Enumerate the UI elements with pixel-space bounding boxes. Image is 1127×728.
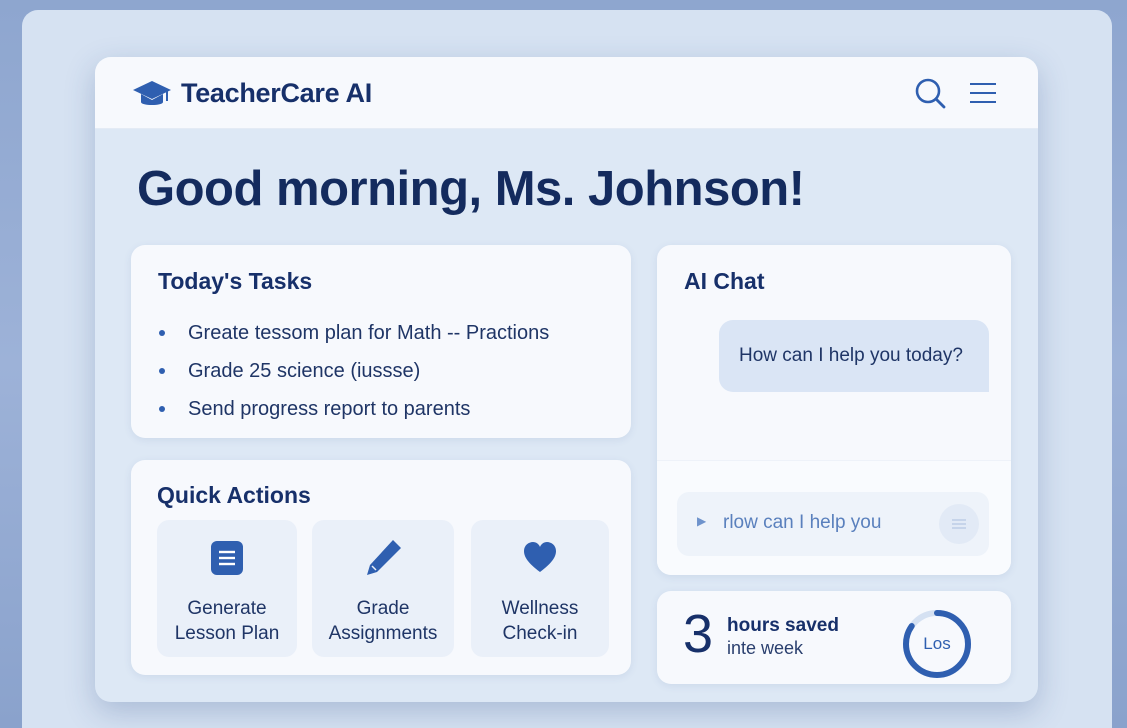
grade-assignments-button[interactable]: Grade Assignments	[312, 520, 454, 657]
chat-input-bar: ▶ rlow can I help you	[657, 460, 1011, 575]
task-item[interactable]: Grade 25 science (iussse)	[157, 352, 549, 390]
search-icon[interactable]	[913, 76, 947, 110]
progress-ring-label: Los	[923, 634, 951, 653]
graduation-cap-icon	[133, 81, 171, 105]
task-text: Grade 25 science (iussse)	[188, 359, 421, 382]
bullet-dot	[159, 406, 165, 412]
send-line	[952, 527, 966, 529]
chat-message-bubble: How can I help you today?	[719, 320, 989, 392]
task-list: Greate tessom plan for Math -- Practions…	[157, 314, 549, 428]
app-window: TeacherCare AI Good morning, Ms. Johnson…	[95, 57, 1038, 702]
task-item[interactable]: Greate tessom plan for Math -- Practions	[157, 314, 549, 352]
ai-chat-card: AI Chat How can I help you today? ▶ rlow…	[657, 245, 1011, 575]
send-button[interactable]	[939, 504, 979, 544]
greeting-heading: Good morning, Ms. Johnson!	[137, 162, 805, 216]
chat-input[interactable]: ▶ rlow can I help you	[677, 492, 989, 556]
play-arrow-icon: ▶	[697, 514, 707, 528]
app-title: TeacherCare AI	[181, 78, 372, 108]
top-bar: TeacherCare AI	[95, 57, 1038, 129]
generate-lesson-plan-button[interactable]: Generate Lesson Plan	[157, 520, 297, 657]
hours-saved-card: 3 hours saved inte week Los	[657, 591, 1011, 684]
bullet-dot	[159, 368, 165, 374]
hamburger-menu-icon[interactable]	[968, 79, 998, 107]
chat-title: AI Chat	[684, 268, 765, 294]
wellness-check-in-button[interactable]: Wellness Check-in	[471, 520, 609, 657]
task-text: Greate tessom plan for Math -- Practions	[188, 321, 550, 344]
send-line	[952, 519, 966, 521]
action-label: Wellness Check-in	[501, 598, 579, 644]
hours-saved-label: hours saved	[727, 615, 839, 636]
action-label: Grade Assignments	[328, 598, 438, 644]
chat-input-placeholder: rlow can I help you	[723, 512, 882, 533]
action-label: Generate Lesson Plan	[174, 598, 280, 644]
tasks-card: Today's Tasks Greate tessom plan for Mat…	[131, 245, 631, 438]
document-list-icon	[211, 541, 243, 575]
task-item[interactable]: Send progress report to parents	[157, 390, 549, 428]
tasks-title: Today's Tasks	[158, 268, 313, 294]
hours-saved-period: inte week	[727, 638, 804, 658]
bullet-dot	[159, 330, 165, 336]
hours-saved-number: 3	[683, 604, 714, 664]
quick-actions-card: Quick Actions Generate Lesson Plan Grade…	[131, 460, 631, 675]
pencil-icon	[367, 540, 401, 575]
quick-actions-title: Quick Actions	[157, 482, 311, 508]
task-text: Send progress report to parents	[188, 397, 471, 420]
send-line	[952, 523, 966, 525]
heart-icon	[524, 542, 556, 572]
